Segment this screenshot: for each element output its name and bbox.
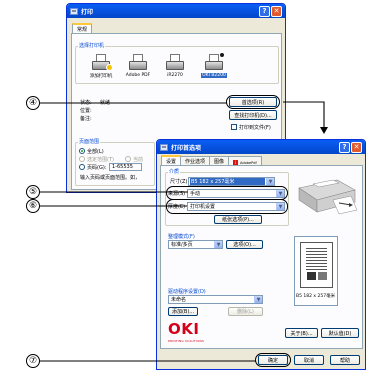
callout-6: ⑥ xyxy=(26,199,40,213)
ok-button-highlight xyxy=(255,353,291,367)
preferences-button-highlight xyxy=(226,95,280,109)
callout-5: ⑤ xyxy=(26,185,40,199)
callout-7: ⑦ xyxy=(26,354,40,368)
source-select-highlight xyxy=(166,186,288,200)
callout-4: ④ xyxy=(26,96,40,110)
weight-select-highlight xyxy=(166,199,288,214)
